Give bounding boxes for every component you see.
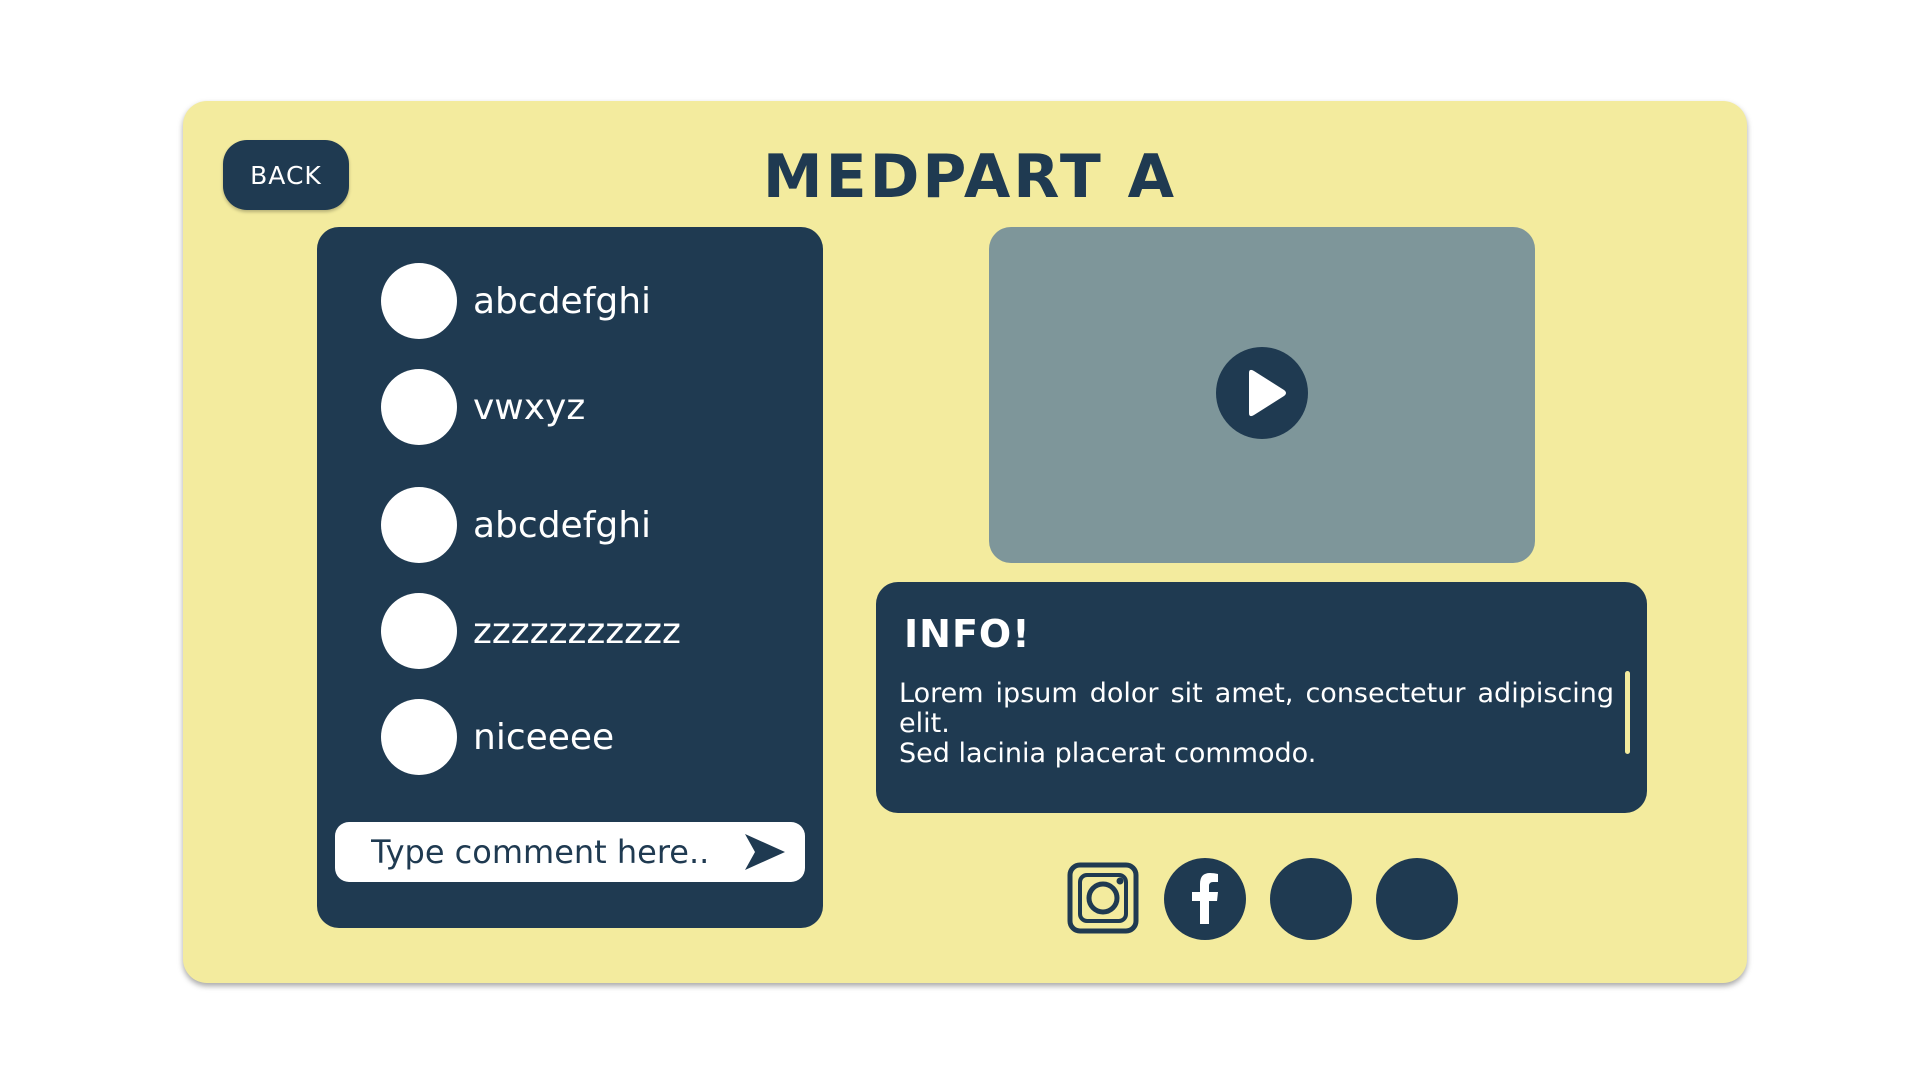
comment-item: zzzzzzzzzzz xyxy=(381,592,681,670)
page-title: MEDPART A xyxy=(762,142,1178,212)
comment-item: niceeee xyxy=(381,698,614,776)
comment-item: abcdefghi xyxy=(381,262,651,340)
comment-input-box xyxy=(335,822,805,882)
play-button[interactable] xyxy=(1216,347,1308,439)
avatar xyxy=(381,593,457,669)
avatar xyxy=(381,487,457,563)
instagram-icon xyxy=(1067,862,1139,934)
info-line: Lorem ipsum dolor sit amet, consectetur … xyxy=(899,678,1614,739)
comment-text: vwxyz xyxy=(473,386,586,428)
avatar xyxy=(381,699,457,775)
comment-item: abcdefghi xyxy=(381,486,651,564)
info-scrollbar[interactable] xyxy=(1625,671,1630,754)
play-icon xyxy=(1249,369,1286,417)
facebook-button[interactable] xyxy=(1164,858,1246,940)
comment-input[interactable] xyxy=(371,830,711,874)
facebook-icon xyxy=(1192,873,1218,924)
instagram-button[interactable] xyxy=(1067,862,1139,934)
info-title: INFO! xyxy=(904,612,1031,656)
comment-item: vwxyz xyxy=(381,368,585,446)
send-button[interactable] xyxy=(743,832,787,872)
comment-text: niceeee xyxy=(473,716,615,758)
back-button[interactable]: BACK xyxy=(223,140,349,210)
comment-text: abcdefghi xyxy=(473,280,652,322)
send-icon xyxy=(745,834,785,870)
info-text: Lorem ipsum dolor sit amet, consectetur … xyxy=(899,679,1614,769)
social-button[interactable] xyxy=(1270,858,1352,940)
avatar xyxy=(381,369,457,445)
info-line: Sed lacinia placerat commodo. xyxy=(899,738,1317,769)
comment-text: zzzzzzzzzzz xyxy=(473,610,681,652)
avatar xyxy=(381,263,457,339)
social-button[interactable] xyxy=(1376,858,1458,940)
comment-text: abcdefghi xyxy=(473,504,652,546)
